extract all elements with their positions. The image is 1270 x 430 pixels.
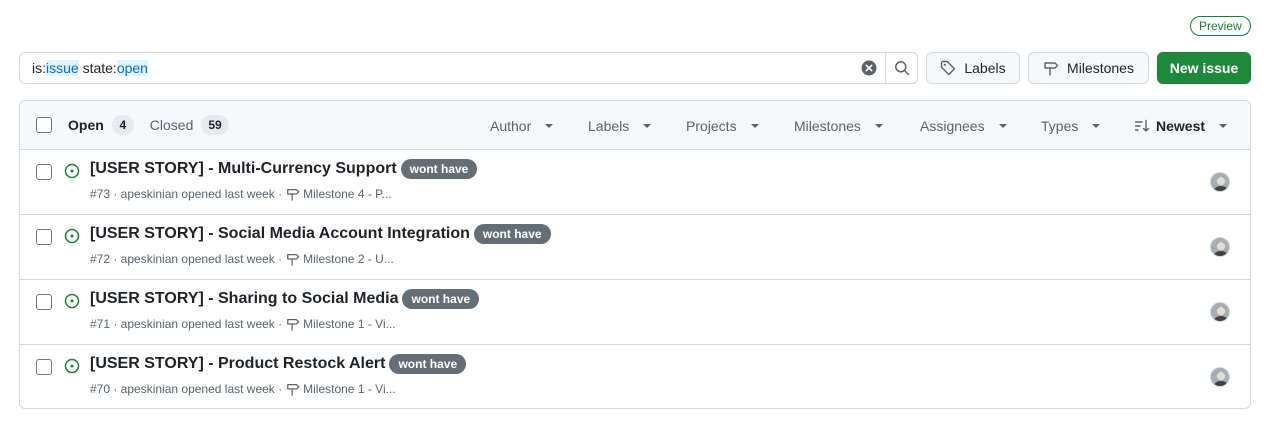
filter-assignees[interactable]: Assignees xyxy=(920,101,1007,150)
issue-title[interactable]: [USER STORY] - Sharing to Social Media xyxy=(90,290,398,308)
issue-title-line: [USER STORY] - Social Media Account Inte… xyxy=(90,224,551,244)
issue-meta: #71 · apeskinian opened last week · Mile… xyxy=(90,317,396,331)
filter-labels-label: Labels xyxy=(588,117,630,134)
issue-label[interactable]: wont have xyxy=(473,224,551,244)
tag-icon xyxy=(941,60,956,76)
issues-list: Open 4 Closed 59 Author Labels Projects … xyxy=(19,100,1251,409)
issue-meta-text: #73 · apeskinian opened last week · xyxy=(90,187,283,201)
chevron-down-icon xyxy=(1219,123,1228,128)
milestone-icon xyxy=(286,382,300,396)
issue-label[interactable]: wont have xyxy=(402,289,480,309)
sort-icon xyxy=(1134,119,1150,132)
search-value-issue: issue xyxy=(46,60,79,76)
avatar[interactable] xyxy=(1210,172,1230,192)
issue-checkbox[interactable] xyxy=(36,164,52,180)
chevron-down-icon xyxy=(750,123,759,128)
issue-title-line: [USER STORY] - Sharing to Social Media w… xyxy=(90,289,480,309)
issue-open-icon xyxy=(64,228,80,244)
issue-title[interactable]: [USER STORY] - Social Media Account Inte… xyxy=(90,225,470,243)
chevron-down-icon xyxy=(643,123,652,128)
chevron-down-icon xyxy=(998,123,1007,128)
search-icon xyxy=(894,61,909,76)
issue-row[interactable]: [USER STORY] - Product Restock Alert won… xyxy=(20,345,1250,408)
issue-checkbox[interactable] xyxy=(36,359,52,375)
milestone-icon xyxy=(286,187,300,201)
issue-label[interactable]: wont have xyxy=(389,354,467,374)
search-query[interactable]: is:issue state:open xyxy=(20,60,853,76)
avatar[interactable] xyxy=(1210,237,1230,257)
issue-meta: #70 · apeskinian opened last week · Mile… xyxy=(90,382,396,396)
filter-milestones-label: Milestones xyxy=(794,117,861,134)
search-input[interactable]: is:issue state:open xyxy=(19,52,918,84)
tab-closed-label: Closed xyxy=(149,117,194,133)
select-all-checkbox[interactable] xyxy=(36,117,52,133)
search-value-open: open xyxy=(116,60,148,76)
chevron-down-icon xyxy=(545,123,554,128)
search-qualifier-is: is: xyxy=(32,60,46,76)
filter-projects[interactable]: Projects xyxy=(686,101,759,150)
issue-checkbox[interactable] xyxy=(36,294,52,310)
clear-icon xyxy=(861,60,877,76)
issue-title-line: [USER STORY] - Multi-Currency Support wo… xyxy=(90,159,478,179)
issue-title[interactable]: [USER STORY] - Product Restock Alert xyxy=(90,355,385,373)
sort-dropdown[interactable]: Newest xyxy=(1134,101,1228,150)
issue-label[interactable]: wont have xyxy=(400,159,478,179)
issues-list-header: Open 4 Closed 59 Author Labels Projects … xyxy=(20,101,1250,150)
issue-meta-text: #70 · apeskinian opened last week · xyxy=(90,382,283,396)
filter-types[interactable]: Types xyxy=(1041,101,1101,150)
new-issue-button[interactable]: New issue xyxy=(1157,52,1251,84)
issues-toolbar: is:issue state:open Labels Milestones Ne… xyxy=(19,52,1251,84)
issue-checkbox[interactable] xyxy=(36,229,52,245)
tab-open-label: Open xyxy=(68,117,104,133)
chevron-down-icon xyxy=(1092,123,1101,128)
issue-meta: #72 · apeskinian opened last week · Mile… xyxy=(90,252,394,266)
issue-meta-text: #71 · apeskinian opened last week · xyxy=(90,317,283,331)
issue-milestone-link[interactable]: Milestone 1 - Vi... xyxy=(303,317,395,331)
filter-labels[interactable]: Labels xyxy=(588,101,652,150)
milestone-icon xyxy=(286,317,300,331)
closed-count: 59 xyxy=(201,115,229,135)
issue-row[interactable]: [USER STORY] - Social Media Account Inte… xyxy=(20,215,1250,280)
filter-author[interactable]: Author xyxy=(490,101,554,150)
issue-row[interactable]: [USER STORY] - Multi-Currency Support wo… xyxy=(20,150,1250,215)
avatar[interactable] xyxy=(1210,367,1230,387)
labels-button[interactable]: Labels xyxy=(926,52,1020,84)
milestones-button-label: Milestones xyxy=(1067,60,1134,76)
issue-meta-text: #72 · apeskinian opened last week · xyxy=(90,252,283,266)
search-qualifier-state: state: xyxy=(78,60,117,76)
issue-open-icon xyxy=(64,163,80,179)
search-button[interactable] xyxy=(885,53,917,83)
user-avatar-icon xyxy=(1211,303,1229,321)
milestone-icon xyxy=(1044,62,1059,76)
tab-closed[interactable]: Closed 59 xyxy=(150,115,229,135)
issue-milestone-link[interactable]: Milestone 2 - U... xyxy=(303,252,394,266)
chevron-down-icon xyxy=(874,123,883,128)
issue-title-line: [USER STORY] - Product Restock Alert won… xyxy=(90,354,467,374)
issue-title[interactable]: [USER STORY] - Multi-Currency Support xyxy=(90,160,397,178)
issue-row[interactable]: [USER STORY] - Sharing to Social Media w… xyxy=(20,280,1250,345)
filter-projects-label: Projects xyxy=(686,117,737,134)
filter-types-label: Types xyxy=(1041,117,1079,134)
filter-assignees-label: Assignees xyxy=(920,117,985,134)
filter-author-label: Author xyxy=(490,117,532,134)
clear-search-button[interactable] xyxy=(853,53,885,83)
preview-badge: Preview xyxy=(1190,16,1251,36)
milestone-icon xyxy=(286,252,300,266)
filter-milestones[interactable]: Milestones xyxy=(794,101,883,150)
issue-open-icon xyxy=(64,358,80,374)
issue-milestone-link[interactable]: Milestone 4 - P... xyxy=(303,187,392,201)
sort-label: Newest xyxy=(1156,117,1206,134)
issue-milestone-link[interactable]: Milestone 1 - Vi... xyxy=(303,382,395,396)
labels-button-label: Labels xyxy=(964,60,1006,76)
issue-meta: #73 · apeskinian opened last week · Mile… xyxy=(90,187,392,201)
user-avatar-icon xyxy=(1211,368,1229,386)
tab-open[interactable]: Open 4 xyxy=(68,115,134,135)
user-avatar-icon xyxy=(1211,238,1229,256)
avatar[interactable] xyxy=(1210,302,1230,322)
open-count: 4 xyxy=(111,115,134,135)
user-avatar-icon xyxy=(1211,173,1229,191)
issue-open-icon xyxy=(64,293,80,309)
milestones-button[interactable]: Milestones xyxy=(1028,52,1149,84)
